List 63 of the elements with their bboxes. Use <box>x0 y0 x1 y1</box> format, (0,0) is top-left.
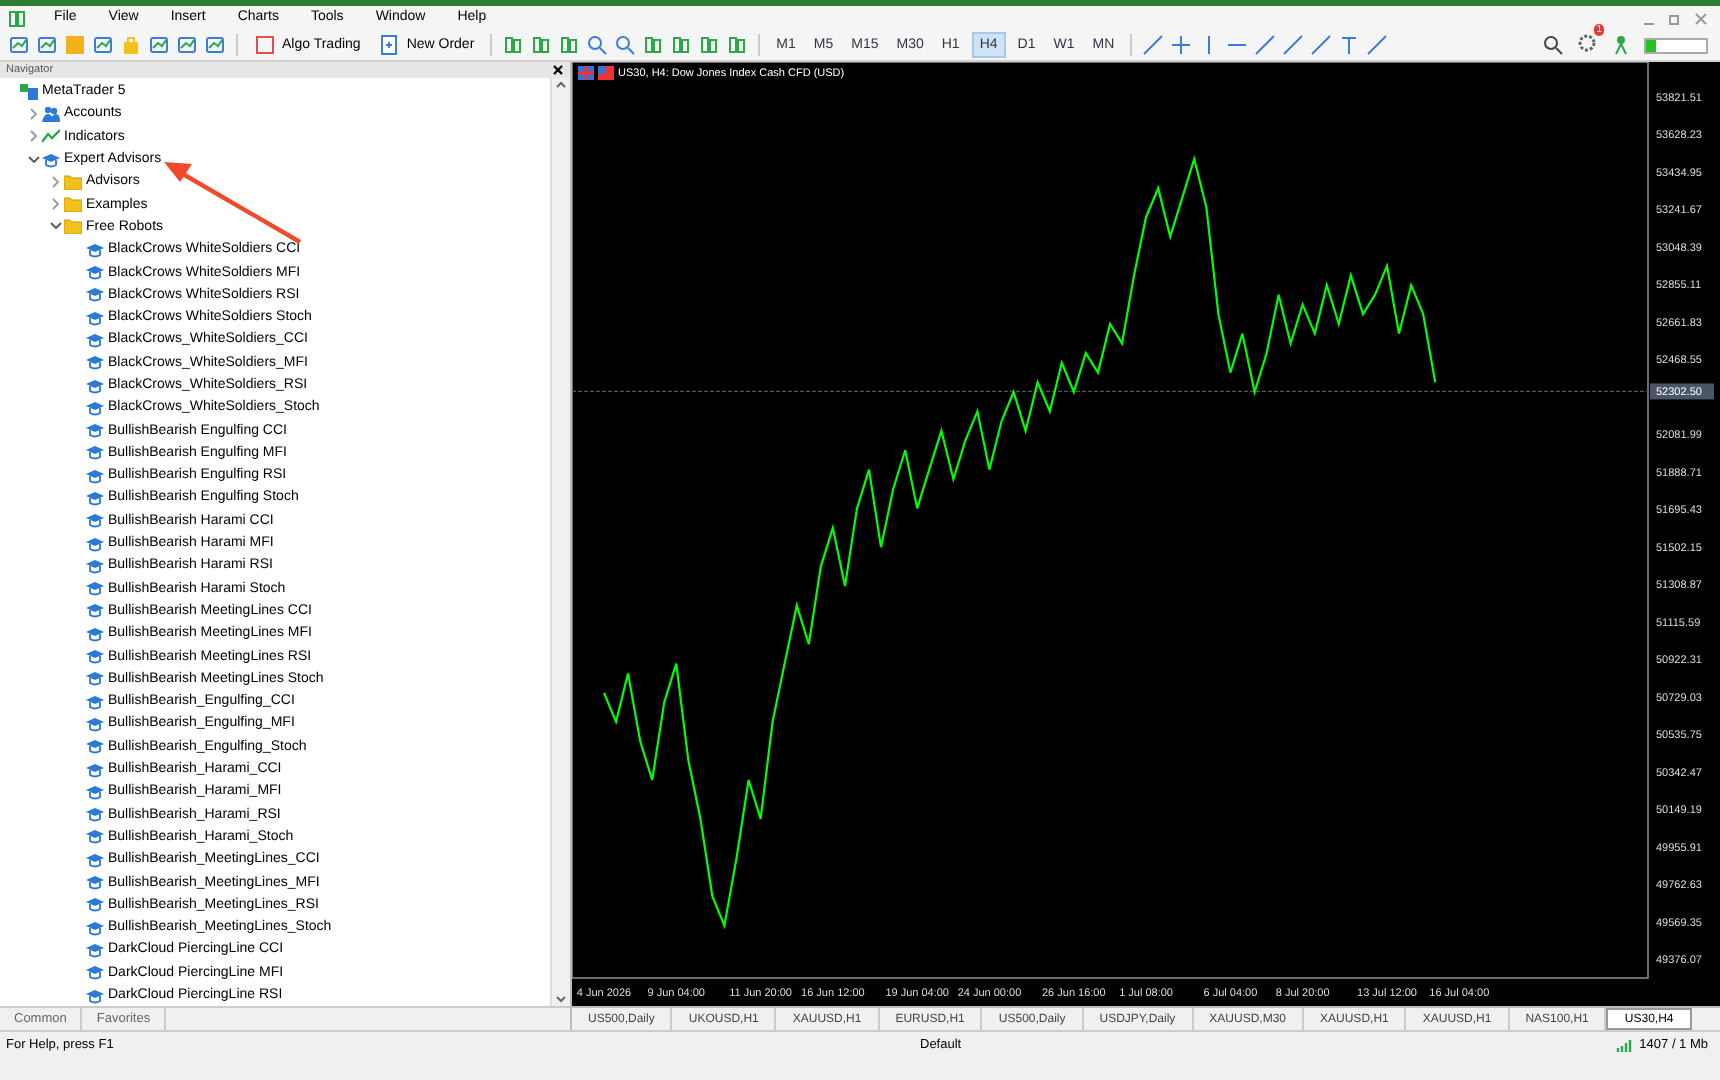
chart-line-icon <box>42 128 60 145</box>
graduation-cap-icon <box>42 151 60 168</box>
collapse-chevron-icon[interactable] <box>48 218 64 235</box>
graduation-cap-icon <box>86 648 104 665</box>
crosshair-icon[interactable] <box>1170 34 1193 56</box>
scroll-down-icon[interactable] <box>554 992 568 1006</box>
close-icon[interactable] <box>552 64 564 76</box>
app-logo-icon <box>8 9 26 27</box>
square-icon <box>254 34 276 56</box>
graduation-cap-icon <box>86 715 104 732</box>
graduation-cap-icon <box>86 693 104 710</box>
graduation-cap-icon <box>86 444 104 461</box>
app-logo-icon <box>20 83 38 100</box>
connection-meter <box>1644 37 1708 53</box>
graduation-cap-icon <box>86 331 104 348</box>
expand-chevron-icon[interactable] <box>26 105 42 122</box>
graduation-cap-icon <box>86 896 104 913</box>
graduation-cap-icon <box>86 309 104 326</box>
graduation-cap-icon <box>86 557 104 574</box>
search-icon[interactable] <box>1542 34 1564 56</box>
graduation-cap-icon <box>86 354 104 371</box>
graduation-cap-icon <box>86 941 104 958</box>
trend-line-icon[interactable] <box>1254 34 1277 56</box>
annotation-arrow <box>164 162 302 244</box>
graduation-cap-icon <box>86 264 104 281</box>
flag-icon <box>598 66 614 80</box>
graduation-cap-icon <box>86 874 104 891</box>
graduation-cap-icon <box>86 806 104 823</box>
graduation-cap-icon <box>86 670 104 687</box>
graduation-cap-icon <box>86 919 104 936</box>
graduation-cap-icon <box>86 286 104 303</box>
graduation-cap-icon <box>86 783 104 800</box>
graduation-cap-icon <box>86 535 104 552</box>
flag-icon <box>578 66 594 80</box>
graduation-cap-icon <box>86 467 104 484</box>
users-icon <box>42 105 60 122</box>
scroll-up-icon[interactable] <box>554 78 568 92</box>
graduation-cap-icon <box>86 987 104 1004</box>
bars-icon[interactable] <box>502 34 525 56</box>
zoom-out-icon[interactable] <box>614 34 637 56</box>
graduation-cap-icon <box>86 738 104 755</box>
graduation-cap-icon <box>86 377 104 393</box>
graduation-cap-icon <box>86 489 104 506</box>
gear-icon[interactable] <box>1576 31 1598 53</box>
expand-chevron-icon[interactable] <box>26 128 42 145</box>
graduation-cap-icon <box>86 625 104 642</box>
restore-icon[interactable] <box>1668 11 1682 25</box>
graduation-cap-icon <box>86 851 104 868</box>
graduation-cap-icon <box>86 580 104 597</box>
zoom-in-icon[interactable] <box>586 34 609 56</box>
graduation-cap-icon <box>86 761 104 778</box>
graduation-cap-icon <box>86 512 104 529</box>
connection-icon <box>1610 34 1632 56</box>
graduation-cap-icon <box>86 828 104 845</box>
graduation-cap-icon <box>86 422 104 439</box>
scrollbar[interactable] <box>550 78 570 1006</box>
graduation-cap-icon <box>86 399 104 416</box>
text-icon[interactable] <box>1338 34 1361 56</box>
graduation-cap-icon <box>86 964 104 981</box>
graduation-cap-icon <box>86 241 104 258</box>
graduation-cap-icon <box>86 602 104 619</box>
line-chart-icon[interactable] <box>8 34 30 56</box>
collapse-chevron-icon[interactable] <box>26 151 42 168</box>
